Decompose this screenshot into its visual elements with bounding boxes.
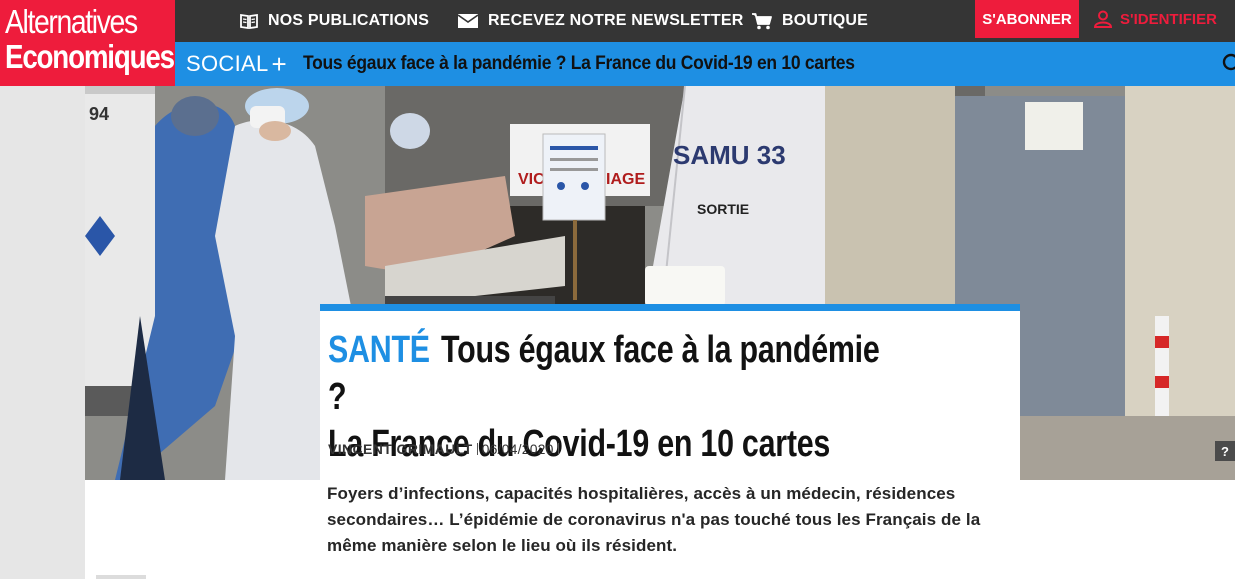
envelope-icon [458, 14, 478, 28]
nav-publications[interactable]: NOS PUBLICATIONS [240, 0, 429, 42]
logo-line-2: Economiques [5, 38, 175, 75]
nav-newsletter-label: RECEVEZ NOTRE NEWSLETTER [488, 12, 744, 29]
section-label: SOCIAL [186, 51, 269, 76]
ambulance-number: 94 [89, 104, 109, 124]
byline-separator [557, 443, 559, 455]
article-category[interactable]: SANTÉ [328, 329, 430, 371]
site-logo[interactable]: Alternatives Economiques [0, 0, 175, 86]
article-header-card: SANTÉ Tous égaux face à la pandémie ? La … [320, 304, 1020, 480]
logo-line-1: Alternatives [5, 3, 138, 40]
byline-separator [476, 443, 478, 455]
tent-label: SAMU 33 [673, 140, 786, 170]
divider [96, 575, 146, 579]
login-link[interactable]: S'IDENTIFIER [1094, 0, 1217, 38]
author-link[interactable]: VINCENT GRIMAULT [328, 441, 473, 457]
plus-icon: + [271, 49, 287, 79]
subscribe-button[interactable]: S'ABONNER [975, 0, 1079, 38]
nav-shop-label: BOUTIQUE [782, 12, 869, 29]
sign-right-text: IAGE [606, 171, 645, 188]
nav-shop[interactable]: BOUTIQUE [752, 0, 868, 42]
nav-newsletter[interactable]: RECEVEZ NOTRE NEWSLETTER [458, 0, 743, 42]
photo-credit-button[interactable]: ? [1215, 441, 1235, 461]
publish-date: 06/04/2020 [481, 441, 554, 457]
left-gutter [0, 86, 85, 579]
tent-exit-text: SORTIE [697, 201, 749, 217]
section-social-link[interactable]: SOCIAL + [186, 42, 287, 86]
login-label: S'IDENTIFIER [1120, 10, 1217, 28]
user-icon [1094, 10, 1112, 28]
article-lede: Foyers d’infections, capacités hospitali… [327, 484, 981, 555]
book-icon [240, 13, 258, 29]
nav-publications-label: NOS PUBLICATIONS [268, 12, 430, 29]
section-bar-article-title[interactable]: Tous égaux face à la pandémie ? La Franc… [303, 42, 855, 86]
search-icon[interactable] [1222, 53, 1235, 80]
byline: VINCENT GRIMAULT 06/04/2020 [328, 441, 563, 457]
cart-icon [752, 12, 772, 30]
